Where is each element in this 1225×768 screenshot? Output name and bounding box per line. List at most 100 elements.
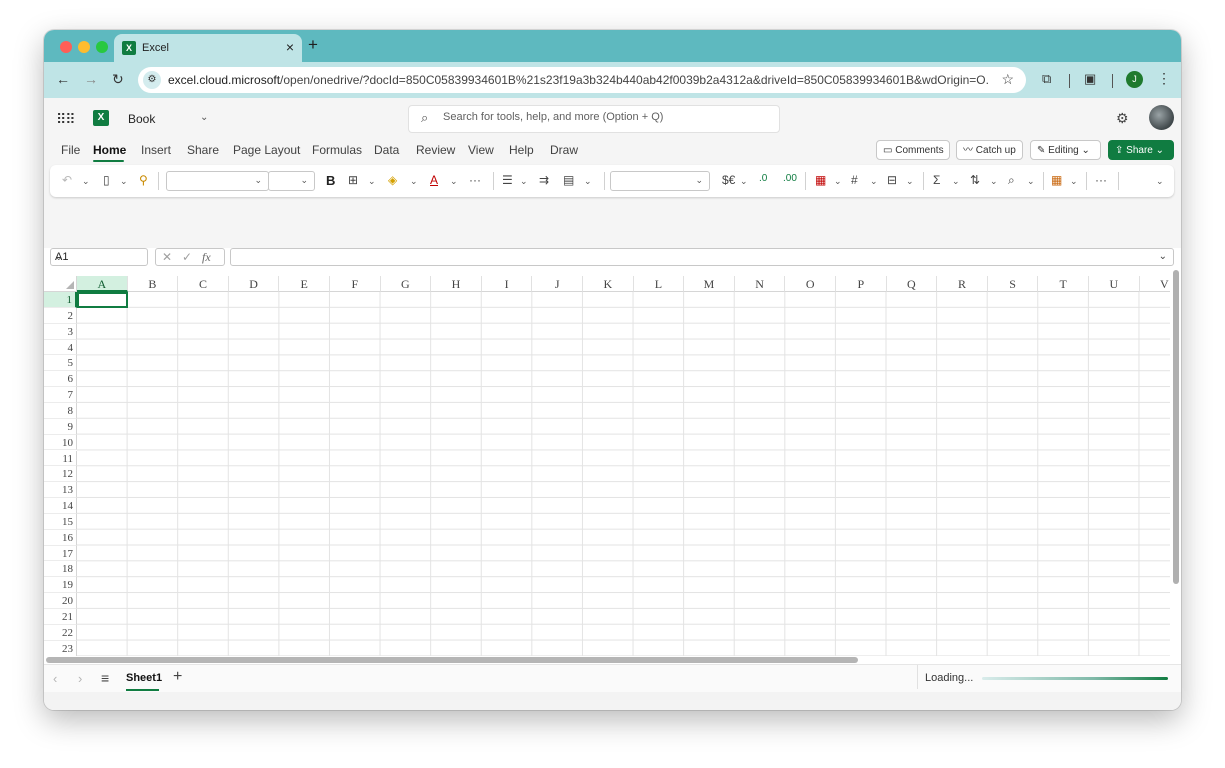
chevron-down-icon[interactable]: ⌄ [368, 176, 376, 187]
row-header[interactable]: 4 [44, 339, 77, 356]
name-box[interactable]: A1 ⌄ [50, 248, 148, 266]
row-header[interactable]: 6 [44, 371, 77, 388]
select-all-corner[interactable] [44, 276, 77, 292]
tab-file[interactable]: File [61, 143, 80, 157]
formula-input[interactable]: ⌄ [230, 248, 1174, 266]
row-header[interactable]: 13 [44, 482, 77, 499]
all-sheets-menu-icon[interactable]: ≡ [101, 670, 109, 686]
tab-help[interactable]: Help [509, 143, 534, 157]
chevron-down-icon[interactable]: ⌄ [990, 176, 998, 187]
wrap-text-icon[interactable]: ⇉ [539, 173, 549, 187]
row-header[interactable]: 2 [44, 307, 77, 324]
add-sheet-button[interactable]: + [173, 668, 182, 686]
close-window-button[interactable] [60, 41, 72, 53]
align-icon[interactable]: ☰ [502, 173, 513, 187]
column-header[interactable]: A [77, 276, 128, 292]
column-header[interactable]: N [734, 276, 786, 292]
chevron-down-icon[interactable]: ⌄ [1027, 176, 1035, 187]
browser-tab-excel[interactable]: X Excel × [114, 34, 302, 62]
cancel-icon[interactable]: ✕ [162, 250, 172, 264]
font-color-icon[interactable]: A [430, 173, 438, 187]
chevron-down-icon[interactable]: ⌄ [1159, 251, 1167, 262]
clipboard-icon[interactable]: ▯ [103, 173, 110, 187]
column-header[interactable]: H [431, 276, 482, 292]
more-font-options-icon[interactable]: ··· [469, 173, 481, 187]
reload-icon[interactable]: ↻ [112, 71, 124, 88]
row-header[interactable]: 10 [44, 434, 77, 451]
column-header[interactable]: O [785, 276, 836, 292]
chevron-down-icon[interactable]: ⌄ [55, 252, 143, 263]
tab-share[interactable]: Share [187, 143, 219, 157]
column-header[interactable]: T [1038, 276, 1089, 292]
column-header[interactable]: R [937, 276, 988, 292]
row-header[interactable]: 5 [44, 355, 77, 372]
tab-view[interactable]: View [468, 143, 494, 157]
browser-menu-icon[interactable]: ⋮ [1157, 70, 1171, 87]
chevron-down-icon[interactable]: ⌄ [1070, 176, 1078, 187]
share-button[interactable]: ⇪ Share ⌄ [1108, 140, 1174, 160]
minimize-window-button[interactable] [78, 41, 90, 53]
sort-filter-icon[interactable]: ⇅ [970, 173, 980, 187]
tab-search-icon[interactable]: ▣ [1084, 71, 1096, 87]
url-text[interactable]: excel.cloud.microsoft/open/onedrive/?doc… [168, 73, 988, 87]
merge-cells-icon[interactable]: ▤ [563, 173, 574, 187]
column-header[interactable]: G [380, 276, 432, 292]
gear-icon[interactable]: ⚙ [1116, 110, 1129, 127]
column-header[interactable]: J [532, 276, 583, 292]
font-size-dropdown[interactable]: ⌄ [268, 171, 315, 191]
chevron-down-icon[interactable]: ⌄ [952, 176, 960, 187]
previous-sheet-icon[interactable]: ‹ [53, 671, 57, 686]
excel-logo-icon[interactable]: X [93, 110, 109, 126]
tab-close-icon[interactable]: × [286, 39, 294, 55]
chevron-down-icon[interactable]: ⌄ [520, 176, 528, 187]
forward-arrow-icon[interactable]: → [84, 71, 98, 87]
editing-mode-button[interactable]: ✎ Editing ⌄ [1030, 140, 1101, 160]
row-header[interactable]: 8 [44, 402, 77, 419]
tab-formulas[interactable]: Formulas [312, 143, 362, 157]
column-header[interactable]: V [1139, 276, 1170, 292]
row-header[interactable]: 16 [44, 529, 77, 546]
tab-page-layout[interactable]: Page Layout [233, 143, 300, 157]
row-header[interactable]: 11 [44, 450, 77, 467]
user-avatar[interactable] [1149, 105, 1174, 130]
chevron-down-icon[interactable]: ⌄ [906, 176, 914, 187]
more-options-icon[interactable]: ··· [1095, 173, 1107, 187]
row-header[interactable]: 3 [44, 323, 77, 340]
row-header[interactable]: 9 [44, 418, 77, 435]
extensions-icon[interactable]: ⧉ [1042, 71, 1051, 87]
document-name[interactable]: Book [128, 112, 155, 126]
column-header[interactable]: D [228, 276, 280, 292]
row-header[interactable]: 1 [44, 292, 77, 308]
format-painter-icon[interactable]: ⚲ [139, 173, 148, 187]
row-header[interactable]: 21 [44, 609, 77, 625]
insert-cells-icon[interactable]: ⊟ [887, 173, 897, 187]
insert-function-icon[interactable]: fx [202, 250, 211, 265]
search-box[interactable]: ⌕ [408, 105, 780, 133]
chevron-down-icon[interactable]: ⌄ [740, 176, 748, 187]
expand-ribbon-icon[interactable]: ⌄ [1156, 176, 1164, 187]
decrease-decimal-icon[interactable]: .0 [759, 173, 767, 184]
search-input[interactable] [441, 110, 765, 124]
currency-format-icon[interactable]: $€ [722, 173, 735, 187]
tab-insert[interactable]: Insert [141, 143, 171, 157]
chevron-down-icon[interactable]: ⌄ [450, 176, 458, 187]
active-cell-a1[interactable] [77, 292, 128, 308]
column-header[interactable]: M [684, 276, 735, 292]
cell-area[interactable] [77, 292, 1170, 656]
chevron-down-icon[interactable]: ⌄ [200, 112, 208, 123]
tab-review[interactable]: Review [416, 143, 455, 157]
column-header[interactable]: B [127, 276, 179, 292]
column-header[interactable]: K [583, 276, 634, 292]
row-header[interactable]: 19 [44, 577, 77, 594]
row-header[interactable]: 20 [44, 593, 77, 609]
app-launcher-icon[interactable]: ⠿⠿ [56, 111, 75, 128]
row-header[interactable]: 23 [44, 640, 77, 656]
format-as-table-icon[interactable]: # [851, 173, 858, 187]
number-format-dropdown[interactable]: ⌄ [610, 171, 710, 191]
row-header[interactable]: 18 [44, 561, 77, 578]
fill-color-icon[interactable]: ◈ [388, 173, 397, 187]
site-settings-icon[interactable]: ⚙ [143, 71, 161, 89]
profile-avatar[interactable]: J [1126, 71, 1143, 88]
tab-data[interactable]: Data [374, 143, 399, 157]
row-header[interactable]: 17 [44, 545, 77, 562]
